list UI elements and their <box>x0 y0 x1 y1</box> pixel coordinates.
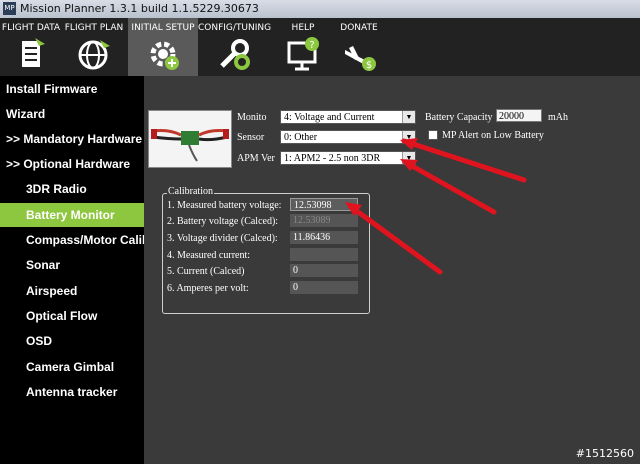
annotation-arrow-sensor <box>400 138 527 183</box>
watermark-id: #1512560 <box>575 447 634 460</box>
annotation-arrow-measured-voltage <box>345 202 443 275</box>
annotation-arrows <box>345 138 527 275</box>
